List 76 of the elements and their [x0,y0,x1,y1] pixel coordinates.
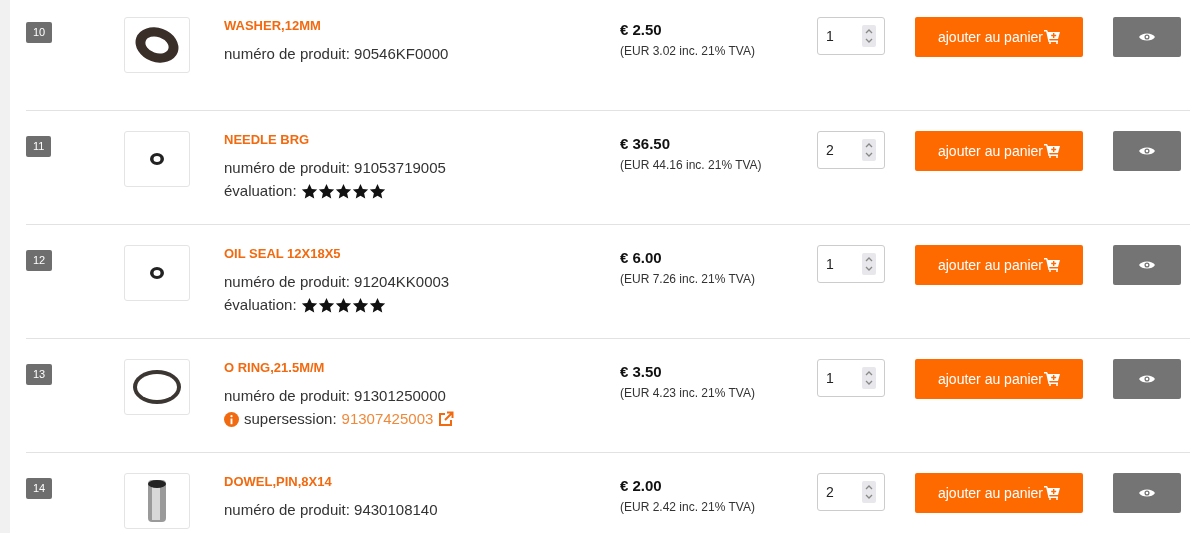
add-to-cart-button[interactable]: ajouter au panier [915,131,1083,171]
price-incl-vat: (EUR 3.02 inc. 21% TVA) [620,43,756,59]
quantity-field[interactable]: 2 [817,473,885,511]
star-icon [334,182,352,200]
price: € 6.00 [620,248,663,268]
product-title[interactable]: DOWEL,PIN,8X14 [224,473,620,491]
row-number: 12 [26,250,53,271]
spinner-icon[interactable] [862,25,876,47]
quantity-field[interactable]: 1 [817,359,885,397]
cart-icon [1044,486,1061,500]
price-incl-vat: (EUR 4.23 inc. 21% TVA) [620,385,756,401]
product-number: numéro de produit: 90546KF0000 [224,44,450,64]
row-number: 13 [26,364,53,385]
spinner-icon[interactable] [862,367,876,389]
product-thumbnail[interactable] [124,17,190,73]
price: € 2.50 [620,20,663,40]
add-to-cart-button[interactable]: ajouter au panier [915,359,1083,399]
product-thumbnail[interactable] [124,131,190,187]
quantity-field[interactable]: 1 [817,245,885,283]
info-icon [224,411,239,427]
product-number: numéro de produit: 91301250000 [224,386,447,406]
product-title[interactable]: O RING,21.5M/M [224,359,620,377]
eye-icon [1139,260,1155,270]
product-title[interactable]: WASHER,12MM [224,17,620,35]
quantity-field[interactable]: 2 [817,131,885,169]
product-title[interactable]: OIL SEAL 12X18X5 [224,245,620,263]
product-title[interactable]: NEEDLE BRG [224,131,620,149]
product-number: numéro de produit: 9430108140 [224,500,439,520]
view-button[interactable] [1113,131,1181,171]
rating-label: évaluation: [224,181,297,201]
add-to-cart-button[interactable]: ajouter au panier [915,245,1083,285]
product-thumbnail[interactable] [124,359,190,415]
price: € 3.50 [620,362,663,382]
star-icon [351,296,369,314]
spinner-icon[interactable] [862,253,876,275]
cart-icon [1044,258,1061,272]
star-icon [351,182,369,200]
star-icon [317,296,335,314]
star-icon [300,182,318,200]
view-button[interactable] [1113,359,1181,399]
product-thumbnail[interactable] [124,473,190,529]
product-number: numéro de produit: 91204KK0003 [224,272,451,292]
price-incl-vat: (EUR 44.16 inc. 21% TVA) [620,157,763,173]
eye-icon [1139,488,1155,498]
product-thumbnail[interactable] [124,245,190,301]
eye-icon [1139,374,1155,384]
external-link-icon[interactable] [438,411,455,427]
add-to-cart-button[interactable]: ajouter au panier [915,473,1083,513]
row-number: 11 [26,136,52,157]
rating-label: évaluation: [224,295,297,315]
product-number: numéro de produit: 91053719005 [224,158,447,178]
cart-icon [1044,372,1061,386]
eye-icon [1139,32,1155,42]
star-icon [300,296,318,314]
view-button[interactable] [1113,17,1181,57]
star-icon [317,182,335,200]
row-number: 10 [26,22,53,43]
star-icon [334,296,352,314]
spinner-icon[interactable] [862,481,876,503]
row-number: 14 [26,478,53,499]
spinner-icon[interactable] [862,139,876,161]
eye-icon [1139,146,1155,156]
quantity-field[interactable]: 1 [817,17,885,55]
supersession-label: supersession: [244,409,337,429]
cart-icon [1044,144,1061,158]
price: € 36.50 [620,134,672,154]
view-button[interactable] [1113,473,1181,513]
star-icon [368,296,386,314]
price-incl-vat: (EUR 7.26 inc. 21% TVA) [620,271,756,287]
star-icon [368,182,386,200]
add-to-cart-button[interactable]: ajouter au panier [915,17,1083,57]
cart-icon [1044,30,1061,44]
price: € 2.00 [620,476,663,496]
view-button[interactable] [1113,245,1181,285]
price-incl-vat: (EUR 2.42 inc. 21% TVA) [620,499,756,515]
supersession-link[interactable]: 91307425003 [341,409,434,429]
